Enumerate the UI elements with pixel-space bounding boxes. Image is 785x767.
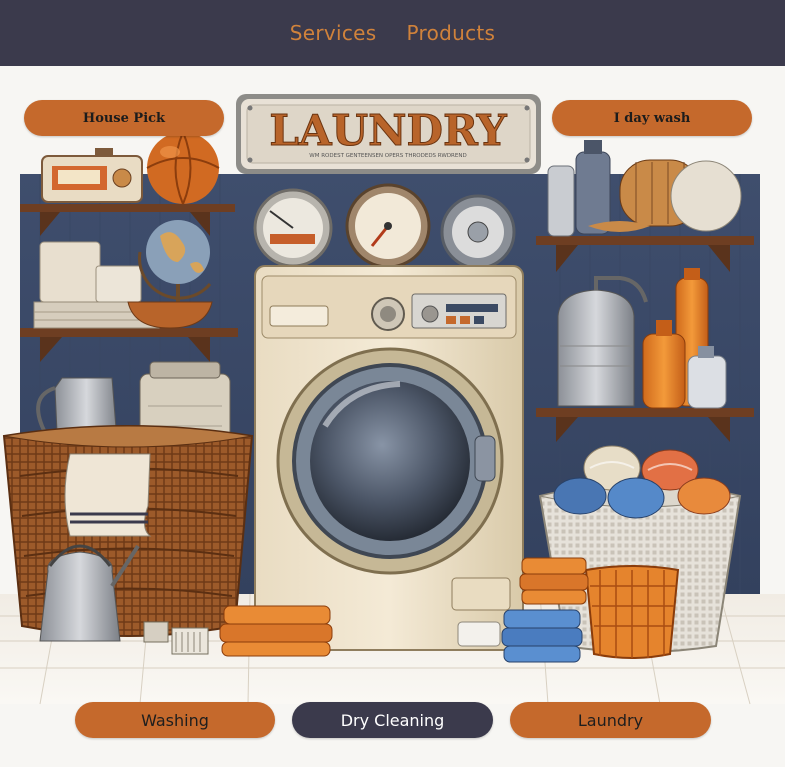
folded-towel-white [64,453,152,537]
small-bottles-top [547,140,611,237]
left-top-shelf [20,204,235,212]
vintage-radio [41,148,143,203]
right-middle-shelf [536,408,754,417]
top-nav: Services Products [0,0,785,66]
folded-towels-orange-stack [519,557,589,605]
white-soap-bar [457,621,501,647]
laundry-room-illustration: LAUNDRY WM RODEST GENTEENSEN OPERS THROD… [0,94,785,705]
washing-machine [254,265,524,651]
gauge-center [345,183,431,269]
nav-services-link[interactable]: Services [290,21,377,45]
laundry-button[interactable]: Laundry [510,702,711,738]
washing-button[interactable]: Washing [75,702,275,738]
house-pick-button[interactable]: House Pick [24,100,224,136]
laundry-hero-illustration: LAUNDRY WM RODEST GENTEENSEN OPERS THROD… [0,66,785,767]
gauge-right [440,194,516,270]
left-middle-shelf [20,328,238,337]
folded-towels-orange-left [219,605,333,657]
laundry-sign: LAUNDRY WM RODEST GENTEENSEN OPERS THROD… [236,94,541,174]
laundry-sign-subtext: WM RODEST GENTEENSEN OPERS THRODEDS RWDR… [309,153,466,159]
dry-cleaning-button[interactable]: Dry Cleaning [292,702,493,738]
right-ball [670,160,742,232]
folded-towels-blue [501,609,583,663]
nav-products-link[interactable]: Products [406,21,495,45]
orange-ball [146,131,220,205]
laundry-sign-text: LAUNDRY [269,106,507,155]
one-day-wash-button[interactable]: I day wash [552,100,752,136]
gauge-left [253,188,333,268]
orange-small-basket [584,565,680,659]
right-top-shelf [536,236,754,245]
